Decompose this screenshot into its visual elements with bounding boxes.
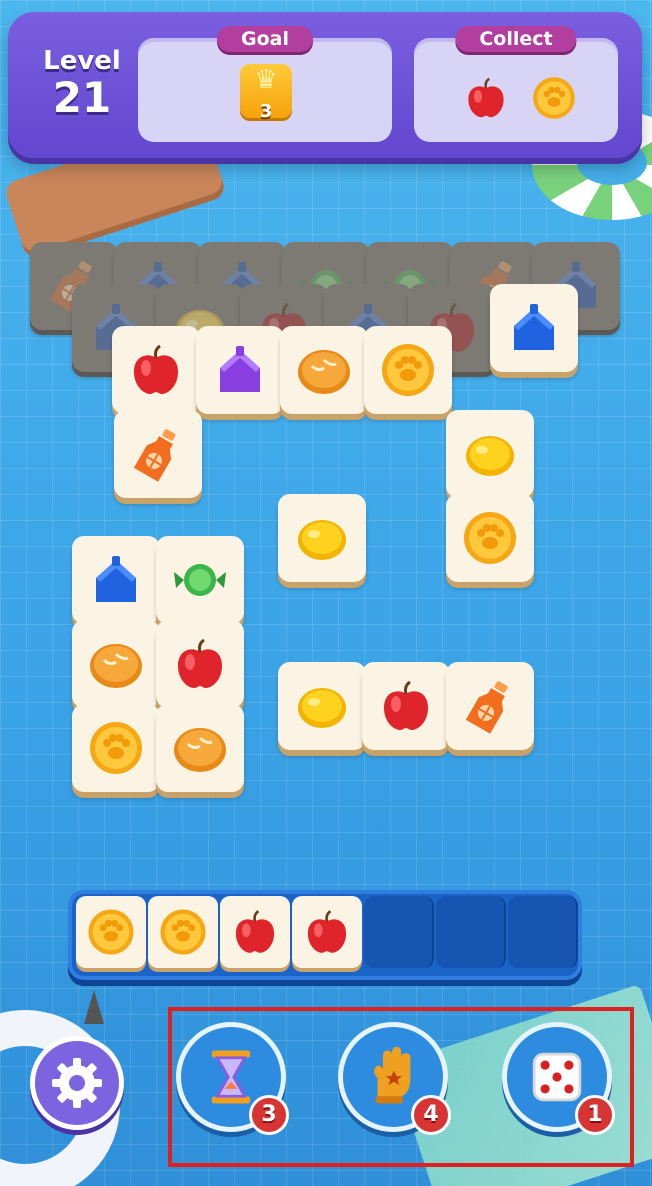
- tray-slot-empty: [436, 896, 506, 968]
- booster-count-badge: 3: [249, 1095, 289, 1135]
- hourglass-icon: [211, 1050, 251, 1104]
- booster-count-badge: 1: [575, 1095, 615, 1135]
- tile-house[interactable]: [72, 536, 160, 624]
- bottle-icon: [465, 681, 508, 734]
- grab-booster-button[interactable]: 4: [338, 1022, 451, 1135]
- tile-bottle[interactable]: [446, 662, 534, 750]
- collection-tray: [68, 890, 582, 980]
- gear-icon: [52, 1058, 102, 1108]
- house-icon: [514, 304, 554, 350]
- bottle-icon: [133, 429, 176, 482]
- paw-coin-icon: [160, 909, 206, 955]
- tile-bread[interactable]: [280, 326, 368, 414]
- tray-slot-empty: [364, 896, 434, 968]
- tile-bread[interactable]: [156, 704, 244, 792]
- bread-icon: [90, 644, 142, 688]
- paw-coin-icon: [90, 722, 142, 774]
- lemon-icon: [298, 520, 346, 560]
- tile-apple[interactable]: [156, 620, 244, 708]
- paw-coin-icon: [88, 909, 134, 955]
- dice-icon: [532, 1052, 582, 1102]
- apple-icon: [178, 638, 222, 688]
- apple-icon: [307, 910, 347, 953]
- tile-apple[interactable]: [362, 662, 450, 750]
- apple-icon: [134, 344, 178, 394]
- tile-paw-coin[interactable]: [364, 326, 452, 414]
- tile-candy[interactable]: [156, 536, 244, 624]
- tile-house[interactable]: [490, 284, 578, 372]
- tile-lemon[interactable]: [446, 410, 534, 498]
- tray-slot-apple: [220, 896, 290, 968]
- glove-icon: [374, 1046, 411, 1104]
- tray-slot-paw-coin: [148, 896, 218, 968]
- tile-apple[interactable]: [112, 326, 200, 414]
- lemon-icon: [466, 436, 514, 476]
- tray-slot-empty: [508, 896, 578, 968]
- bread-icon: [298, 350, 350, 394]
- tile-bread[interactable]: [72, 620, 160, 708]
- tile-paw-coin[interactable]: [72, 704, 160, 792]
- game-scene: Level 21 Goal ♛ 3 Collect 3 4 1: [0, 0, 652, 1186]
- paw-coin-icon: [464, 512, 516, 564]
- house-icon: [220, 346, 260, 392]
- lemon-icon: [298, 688, 346, 728]
- tile-lemon[interactable]: [278, 494, 366, 582]
- shuffle-booster-button[interactable]: 1: [502, 1022, 615, 1135]
- tray-slot-paw-coin: [76, 896, 146, 968]
- apple-icon: [235, 910, 275, 953]
- bread-icon: [174, 728, 226, 772]
- house-icon: [96, 556, 136, 602]
- paw-coin-icon: [382, 344, 434, 396]
- tile-bottle[interactable]: [114, 410, 202, 498]
- tray-slots: [76, 896, 578, 968]
- tile-house[interactable]: [196, 326, 284, 414]
- tile-paw-coin[interactable]: [446, 494, 534, 582]
- booster-count-badge: 4: [411, 1095, 451, 1135]
- tile-lemon[interactable]: [278, 662, 366, 750]
- undo-booster-button[interactable]: 3: [176, 1022, 289, 1135]
- settings-button[interactable]: [30, 1036, 124, 1130]
- candy-icon: [174, 564, 226, 596]
- tray-slot-apple: [292, 896, 362, 968]
- apple-icon: [384, 680, 428, 730]
